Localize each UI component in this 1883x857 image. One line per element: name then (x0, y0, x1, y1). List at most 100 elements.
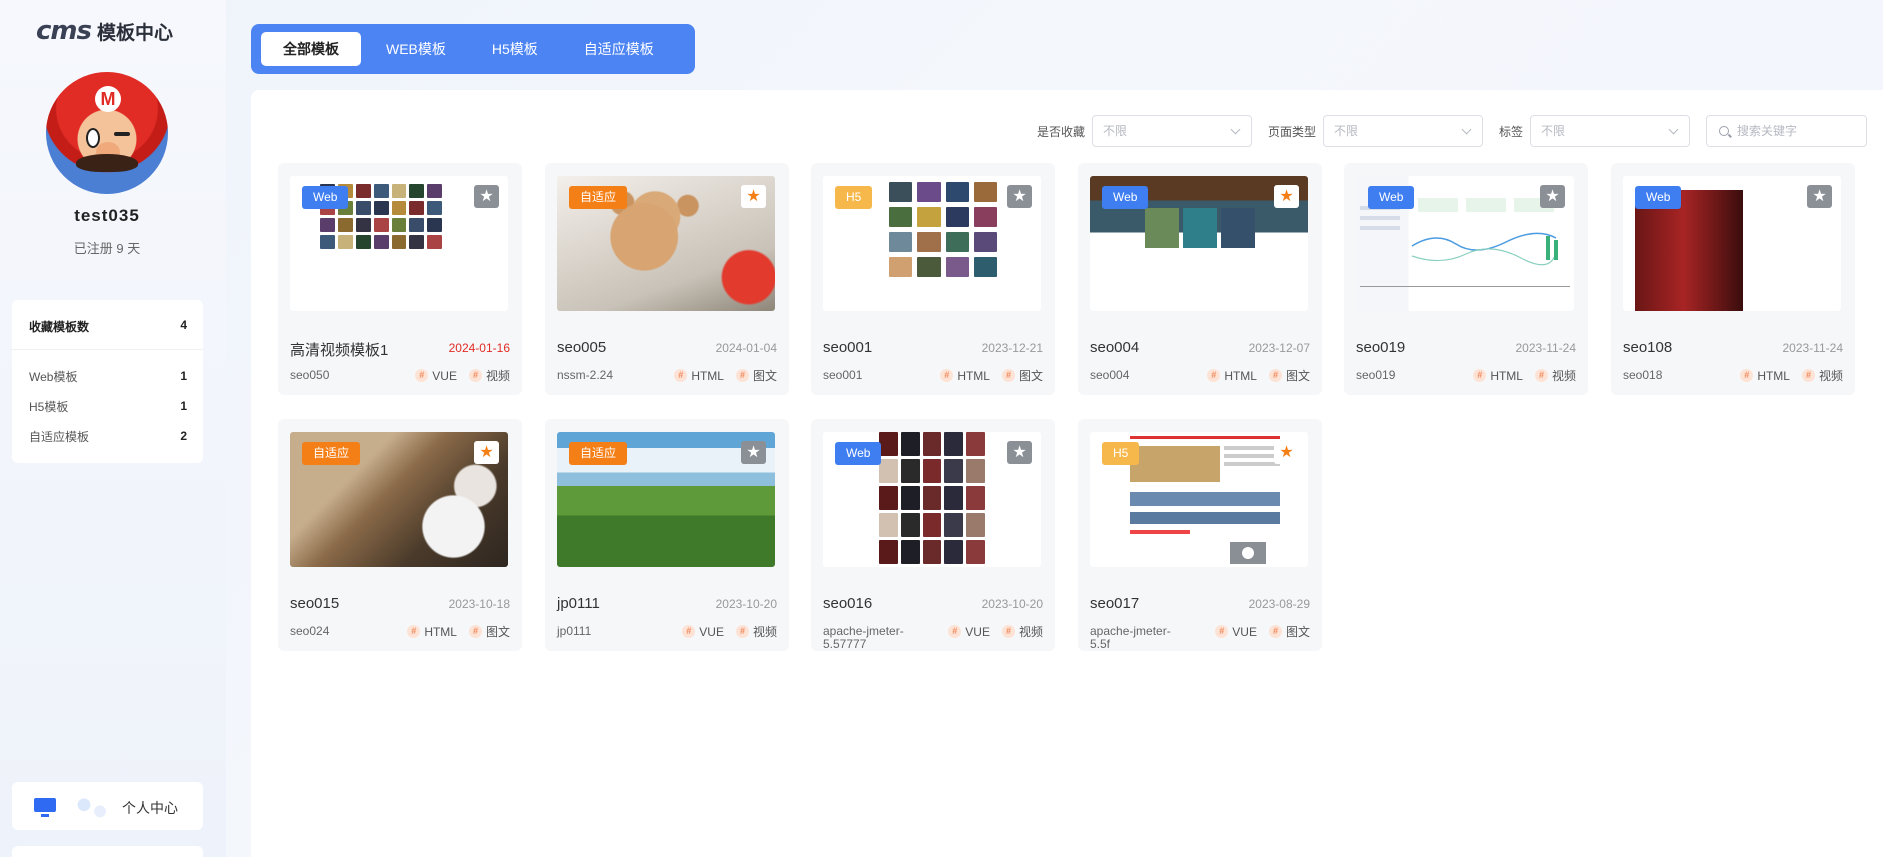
hash-icon: # (1740, 369, 1754, 382)
template-thumbnail[interactable]: Web★cms≥v3.3.10 (1623, 176, 1841, 311)
template-card[interactable]: Web★cms≥v2.1.47seo0162023-10-20apache-jm… (811, 419, 1055, 651)
favorite-star-icon[interactable]: ★ (741, 441, 766, 464)
template-card[interactable]: 自适应★cms≥v2.1.47jp01112023-10-20jp0111#VU… (545, 419, 789, 651)
template-title[interactable]: seo108 (1623, 339, 1672, 356)
template-card[interactable]: Web★cms≥v3.2.20高清视频模板12024-01-16seo050#V… (278, 163, 522, 395)
filter-collected-select[interactable]: 不限 (1091, 115, 1252, 147)
decorative-bubbles (72, 796, 112, 818)
favorites-item-adaptive[interactable]: 自适应模板 2 (12, 421, 203, 451)
template-title[interactable]: seo017 (1090, 595, 1139, 612)
template-title[interactable]: seo001 (823, 339, 872, 356)
tag-label: 图文 (485, 625, 510, 639)
template-thumbnail[interactable]: Web★cms≥v3.3.10 (1090, 176, 1308, 311)
template-date: 2023-08-29 (1248, 597, 1310, 611)
hash-icon: # (468, 625, 482, 638)
tab-h5[interactable]: H5模板 (471, 32, 559, 66)
avatar[interactable]: M (46, 72, 168, 194)
tag-label: 图文 (1285, 625, 1310, 639)
tag-item: # 图文 (735, 367, 777, 384)
avatar-cap-emblem: M (95, 86, 121, 112)
template-card[interactable]: H5★cms≥v3.3.10seo0012023-12-21seo001#HTM… (811, 163, 1055, 395)
template-thumbnail[interactable]: Web★cms≥v3.3.11 (1356, 176, 1574, 311)
tag-label: HTML (424, 624, 457, 639)
template-title[interactable]: seo016 (823, 595, 872, 612)
template-thumbnail[interactable]: Web★cms≥v2.1.47 (823, 432, 1041, 567)
hash-icon: # (1268, 625, 1282, 638)
template-tags: # VUE # 视频 (415, 367, 510, 384)
favorite-star-icon[interactable]: ★ (1540, 185, 1565, 208)
tag-item: # 视频 (1534, 367, 1576, 384)
cms-logo-mark: cms (36, 16, 92, 46)
tag-label: 图文 (1018, 369, 1043, 383)
template-date: 2023-10-20 (981, 597, 1043, 611)
template-title[interactable]: seo005 (557, 339, 606, 356)
tag-item: # 图文 (468, 623, 510, 640)
filter-bar: 是否收藏 不限 页面类型 不限 标签 不限 (1037, 115, 1867, 147)
tag-item: # HTML (407, 623, 457, 640)
tag-label: HTML (1224, 368, 1257, 383)
favorite-star-icon[interactable]: ★ (1274, 441, 1299, 464)
hash-icon: # (948, 625, 962, 638)
tag-label: HTML (1490, 368, 1523, 383)
filter-tag-select[interactable]: 不限 (1530, 115, 1690, 147)
template-title[interactable]: jp0111 (557, 595, 600, 612)
template-thumbnail[interactable]: 自适应★cms≥v3.3.10 (557, 176, 775, 311)
tag-item: # VUE (415, 367, 457, 384)
favorites-item-h5[interactable]: H5模板 1 (12, 391, 203, 421)
template-card[interactable]: 自适应★cms≥v3.3.10seo0152023-10-18seo024#HT… (278, 419, 522, 651)
template-title[interactable]: seo019 (1356, 339, 1405, 356)
favorite-star-icon[interactable]: ★ (1274, 185, 1299, 208)
tag-label: 视频 (1551, 369, 1576, 383)
template-card[interactable]: H5★cms≥v3.3.10seo0172023-08-29apache-jme… (1078, 419, 1322, 651)
tab-adaptive[interactable]: 自适应模板 (563, 32, 675, 66)
tag-item: # HTML (1740, 367, 1790, 384)
tag-item: # 视频 (1801, 367, 1843, 384)
favorite-star-icon[interactable]: ★ (474, 441, 499, 464)
template-thumbnail[interactable]: 自适应★cms≥v3.3.10 (290, 432, 508, 567)
template-card[interactable]: Web★cms≥v3.3.10seo1082023-11-24seo018#HT… (1611, 163, 1855, 395)
template-type-badge: Web (302, 186, 349, 209)
logo[interactable]: cms 模板中心 (36, 16, 173, 46)
template-title[interactable]: 高清视频模板1 (290, 339, 388, 360)
template-date: 2024-01-16 (448, 341, 510, 355)
favorite-star-icon[interactable]: ★ (1007, 441, 1032, 464)
tag-label: 视频 (1818, 369, 1843, 383)
template-thumbnail[interactable]: 自适应★cms≥v2.1.47 (557, 432, 775, 567)
monitor-icon (34, 798, 56, 817)
personal-center-button[interactable]: 个人中心 (12, 782, 203, 830)
template-card[interactable]: Web★cms≥v3.3.11seo0192023-11-24seo019#HT… (1344, 163, 1588, 395)
template-title[interactable]: seo004 (1090, 339, 1139, 356)
avatar-eye (86, 128, 100, 148)
template-thumbnail[interactable]: H5★cms≥v3.3.10 (1090, 432, 1308, 567)
template-type-badge: Web (1102, 186, 1149, 209)
tab-web[interactable]: WEB模板 (365, 32, 467, 66)
template-card[interactable]: 自适应★cms≥v3.3.10seo0052024-01-04nssm-2.24… (545, 163, 789, 395)
hash-icon: # (1268, 369, 1282, 382)
tab-all[interactable]: 全部模板 (261, 32, 361, 66)
sidebar: cms 模板中心 M test035 已注册 9 天 收藏模板数 4 Web模板… (0, 0, 226, 857)
filter-page-type-select[interactable]: 不限 (1322, 115, 1483, 147)
hash-icon: # (1534, 369, 1548, 382)
template-card[interactable]: Web★cms≥v3.3.10seo0042023-12-07seo004#HT… (1078, 163, 1322, 395)
tag-item: # 视频 (1001, 623, 1043, 640)
tag-item: # 图文 (1268, 367, 1310, 384)
template-tags: # HTML # 图文 (1207, 367, 1310, 384)
hash-icon: # (415, 369, 429, 382)
template-thumbnail[interactable]: Web★cms≥v3.2.20 (290, 176, 508, 311)
template-thumbnail[interactable]: H5★cms≥v3.3.10 (823, 176, 1041, 311)
template-source: seo004 (1090, 368, 1130, 382)
favorite-star-icon[interactable]: ★ (474, 185, 499, 208)
tag-item: # HTML (940, 367, 990, 384)
template-title[interactable]: seo015 (290, 595, 339, 612)
favorite-star-icon[interactable]: ★ (741, 185, 766, 208)
hash-icon: # (1001, 369, 1015, 382)
favorite-star-icon[interactable]: ★ (1807, 185, 1832, 208)
tag-label: 视频 (1018, 625, 1043, 639)
filter-collected-value: 不限 (1102, 124, 1127, 138)
hash-icon: # (682, 625, 696, 638)
favorite-star-icon[interactable]: ★ (1007, 185, 1032, 208)
favorites-item-web[interactable]: Web模板 1 (12, 361, 203, 391)
template-type-badge: 自适应 (302, 442, 361, 465)
search-input[interactable] (1737, 116, 1857, 146)
template-type-badge: H5 (835, 186, 873, 209)
